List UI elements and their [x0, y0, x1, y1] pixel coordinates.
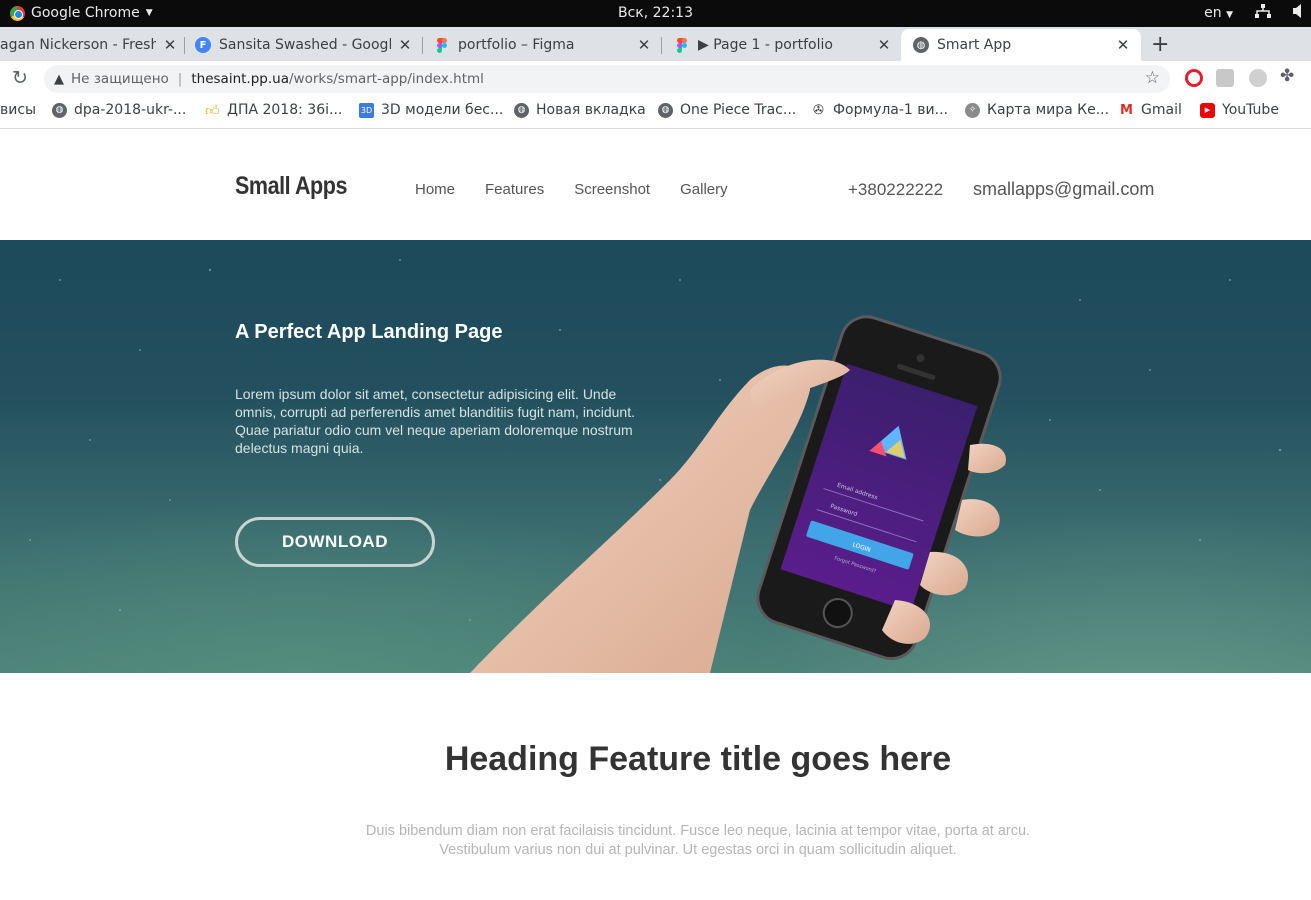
bookmarks-bar: висы ◍ dpa-2018-ukr-... 👍︎ ДПА 2018: 36і..…	[0, 96, 1311, 129]
close-icon[interactable]: ✕	[1115, 36, 1131, 54]
close-icon[interactable]: ✕	[397, 36, 413, 54]
bookmark-item[interactable]: висы	[0, 102, 36, 118]
language-label: en	[1204, 5, 1222, 21]
bookmark-item[interactable]: 👍︎ ДПА 2018: 36і...	[205, 102, 343, 119]
main-nav: Home Features Screenshot Gallery	[415, 181, 728, 198]
bookmark-label: dpa-2018-ukr-...	[74, 102, 187, 118]
feature-description: Duis bibendum diam non erat facilaisis t…	[365, 823, 1031, 858]
bookmark-label: One Piece Trac...	[680, 102, 797, 118]
download-button[interactable]: DOWNLOAD	[235, 517, 435, 567]
os-top-bar: Google Chrome ▼ Вск, 22:13 en ▼	[0, 0, 1311, 27]
tab-separator	[422, 37, 423, 54]
puzzle-icon[interactable]: ✤	[1280, 66, 1298, 86]
tab-separator	[661, 37, 662, 54]
bookmark-label: висы	[0, 102, 37, 118]
bookmark-item[interactable]: ✧ Карта мира Ке...	[965, 102, 1109, 118]
globe-icon: ◍	[514, 102, 529, 118]
network-icon[interactable]	[1255, 4, 1271, 22]
bookmark-label: Gmail	[1141, 102, 1182, 118]
film-camera-icon: ✇	[813, 102, 824, 118]
reload-icon[interactable]: ↻	[12, 67, 28, 89]
bookmark-item[interactable]: ▶ YouTube	[1200, 102, 1279, 118]
bookmark-label: YouTube	[1222, 102, 1279, 118]
language-indicator[interactable]: en ▼	[1204, 5, 1233, 21]
contact-phone[interactable]: +380222222	[848, 180, 943, 200]
contact-email[interactable]: smallapps@gmail.com	[973, 179, 1154, 200]
bookmark-item[interactable]: ◍ dpa-2018-ukr-...	[52, 102, 186, 118]
omnibox-divider: |	[177, 71, 183, 87]
globe-icon: ◍	[52, 102, 67, 118]
bookmark-item[interactable]: 3D 3D модели бес...	[359, 102, 503, 118]
tab-title: agan Nickerson - Fresh	[0, 37, 156, 53]
tab-separator	[184, 37, 185, 54]
tab-1[interactable]: F Sansita Swashed - Google ✕	[195, 29, 413, 61]
security-status[interactable]: Не защищено	[71, 71, 169, 87]
bookmark-label: Карта мира Ке...	[987, 102, 1110, 118]
opera-extension-icon[interactable]	[1185, 69, 1203, 87]
bookmark-item[interactable]: ✇ Формула-1 ви...	[811, 102, 948, 118]
figma-icon	[674, 37, 690, 53]
bookmark-item[interactable]: M Gmail	[1119, 102, 1182, 118]
phone-in-hand-image: Email address Password LOGIN Forgot Pass…	[470, 315, 1006, 673]
close-icon[interactable]: ✕	[636, 36, 652, 54]
new-tab-button[interactable]: +	[1151, 32, 1169, 57]
url-host: thesaint.pp.ua	[191, 71, 289, 87]
bookmark-label: ДПА 2018: 36і...	[227, 102, 343, 118]
bookmark-item[interactable]: ◍ Новая вкладка	[514, 102, 646, 118]
nav-screenshot[interactable]: Screenshot	[574, 181, 650, 198]
bookmark-star-icon[interactable]: ☆	[1145, 68, 1160, 88]
hero-section: A Perfect App Landing Page Lorem ipsum d…	[0, 240, 1311, 673]
url-path: /works/smart-app/index.html	[288, 71, 484, 87]
bookmark-item[interactable]: ◍ One Piece Trac...	[658, 102, 796, 118]
extension-icon[interactable]	[1216, 69, 1234, 87]
tab-strip: agan Nickerson - Fresh ✕ F Sansita Swash…	[0, 27, 1311, 61]
gmail-icon: M	[1120, 102, 1133, 118]
caret-down-icon: ▼	[1226, 10, 1233, 20]
extension-icon[interactable]	[1249, 69, 1267, 87]
volume-icon[interactable]	[1293, 4, 1305, 22]
youtube-icon: ▶	[1200, 102, 1215, 118]
tab-title: Smart App	[937, 37, 1012, 53]
close-icon[interactable]: ✕	[162, 36, 178, 54]
nav-gallery[interactable]: Gallery	[680, 181, 728, 198]
nav-features[interactable]: Features	[485, 181, 544, 198]
address-bar[interactable]: ▲ Не защищено | thesaint.pp.ua/works/sma…	[44, 65, 1170, 93]
nav-home[interactable]: Home	[415, 181, 455, 198]
os-clock[interactable]: Вск, 22:13	[0, 5, 1311, 21]
compass-icon: ✧	[965, 102, 980, 118]
warning-icon[interactable]: ▲	[54, 72, 64, 87]
close-icon[interactable]: ✕	[876, 36, 892, 54]
tab-2[interactable]: portfolio – Figma ✕	[434, 29, 652, 61]
3d-models-icon: 3D	[359, 102, 374, 118]
figma-icon	[434, 37, 450, 53]
thumbs-up-icon: 👍︎	[205, 102, 220, 119]
bookmark-label: Новая вкладка	[536, 102, 646, 118]
site-logo[interactable]: Small Apps	[235, 172, 347, 201]
tab-active-smart-app[interactable]: ◍ Smart App ✕	[901, 29, 1141, 61]
bookmark-label: Формула-1 ви...	[833, 102, 948, 118]
tab-0[interactable]: agan Nickerson - Fresh ✕	[0, 29, 178, 61]
bookmark-label: 3D модели бес...	[381, 102, 504, 118]
globe-icon: ◍	[913, 37, 929, 53]
globe-icon: ◍	[658, 102, 673, 118]
browser-toolbar: ↻ ▲ Не защищено | thesaint.pp.ua/works/s…	[0, 61, 1311, 96]
google-fonts-icon: F	[195, 37, 211, 53]
tab-title: portfolio – Figma	[458, 37, 575, 53]
tab-3[interactable]: ▶ Page 1 - portfolio ✕	[674, 29, 892, 61]
site-header: Small Apps Home Features Screenshot Gall…	[0, 130, 1311, 240]
tab-title: ▶ Page 1 - portfolio	[698, 37, 833, 53]
feature-heading: Heading Feature title goes here	[444, 740, 952, 778]
tab-title: Sansita Swashed - Google	[219, 37, 391, 53]
